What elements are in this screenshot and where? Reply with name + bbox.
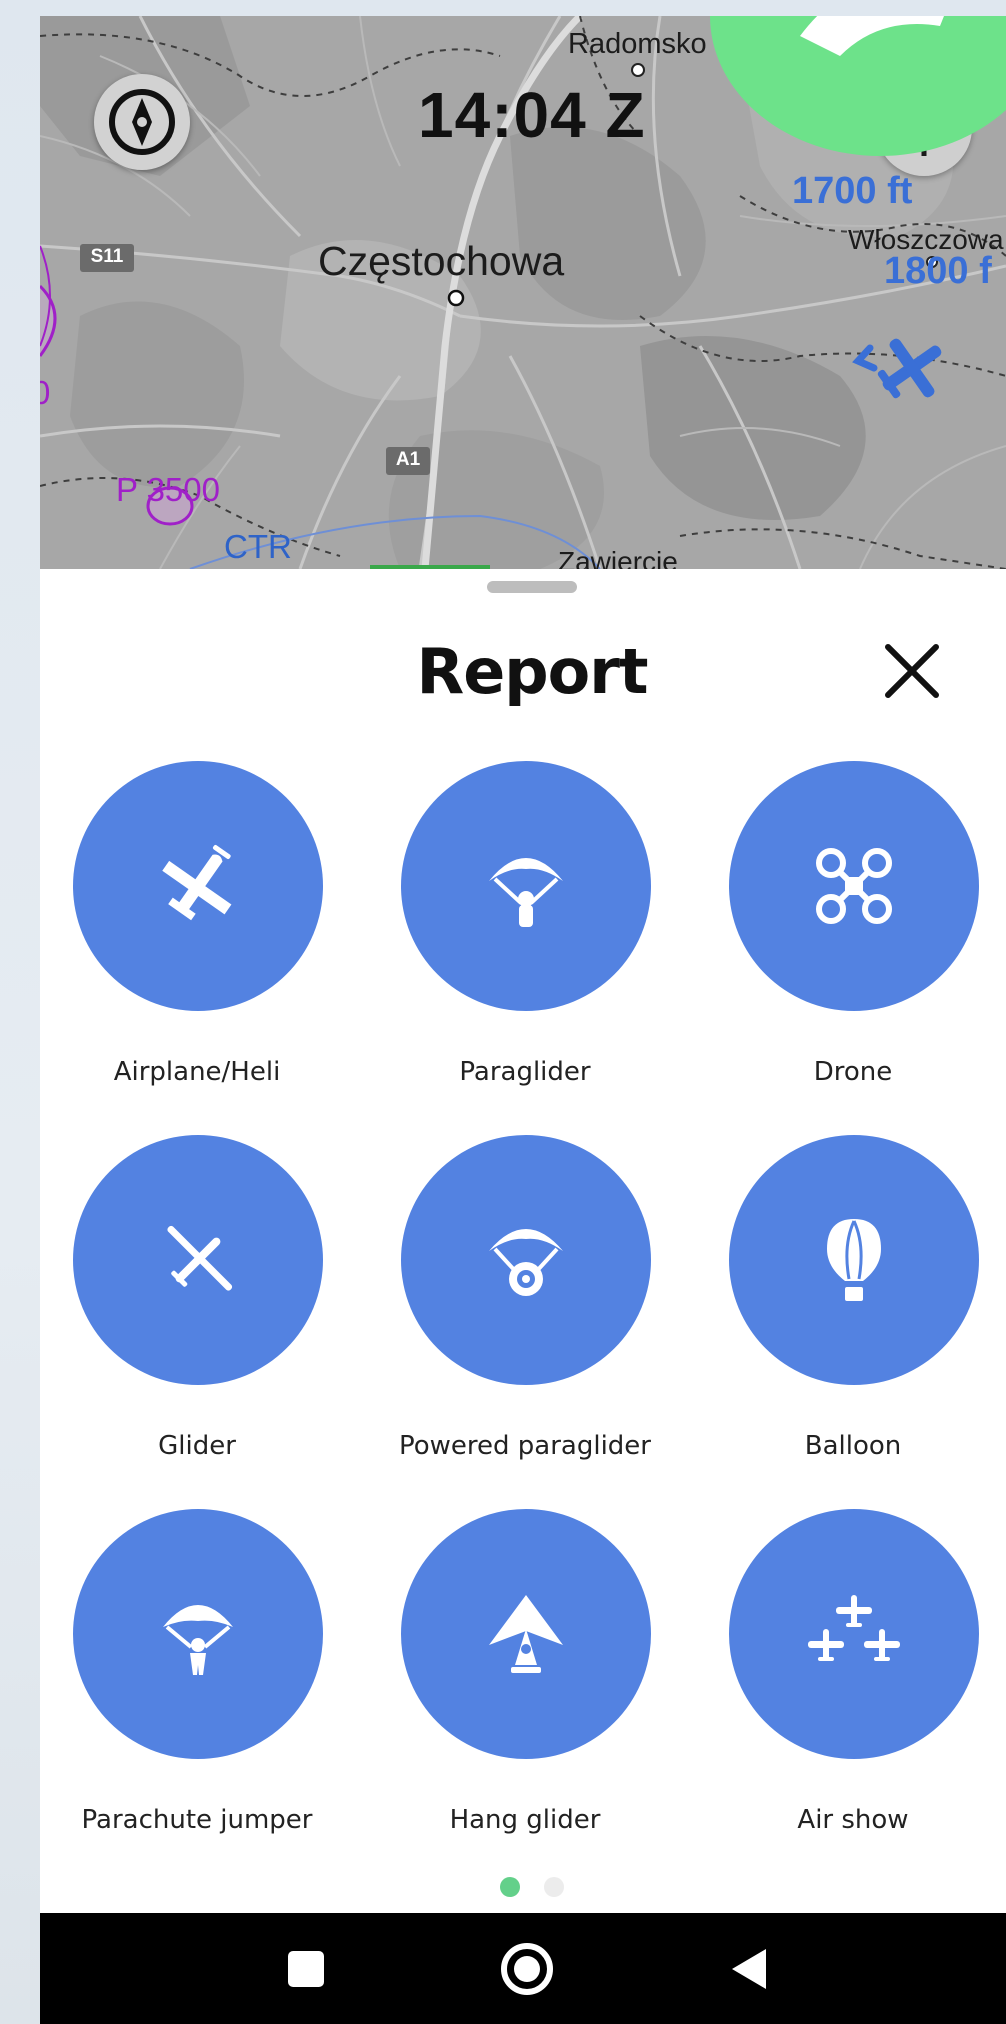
report-sheet: Report Airplane/Heli Paraglider Drone Gl… (40, 569, 1006, 1931)
map-view[interactable]: Radomsko Częstochowa Włoszczowa Zawierci… (40, 16, 1006, 569)
report-option-air-show[interactable]: Air show (703, 1509, 1003, 1849)
sheet-title: Report (416, 635, 649, 708)
drone-icon (816, 848, 892, 924)
option-circle (401, 761, 651, 1011)
glider-icon (167, 1225, 233, 1291)
compass-button[interactable] (94, 74, 190, 170)
option-label: Paraglider (459, 1057, 591, 1087)
parachute-icon (163, 1605, 233, 1675)
report-option-airplane[interactable]: Airplane/Heli (47, 761, 347, 1101)
report-option-drone[interactable]: Drone (703, 761, 1003, 1101)
report-option-balloon[interactable]: Balloon (703, 1135, 1003, 1475)
report-option-hang-glider[interactable]: Hang glider (375, 1509, 675, 1849)
recents-button[interactable] (276, 1939, 336, 1999)
report-option-powered-paraglider[interactable]: Powered paraglider (375, 1135, 675, 1475)
option-label: Drone (813, 1057, 893, 1087)
option-label: Air show (797, 1805, 909, 1835)
recents-icon (288, 1951, 324, 1987)
option-circle (73, 1135, 323, 1385)
air-show-icon (808, 1595, 900, 1661)
traffic-altitude-label: 1800 f (884, 250, 992, 292)
option-label: Powered paraglider (398, 1431, 651, 1461)
paraglider-icon (489, 858, 563, 927)
close-icon (885, 644, 939, 698)
airspace-label-left: 0 (40, 374, 51, 411)
option-circle (401, 1135, 651, 1385)
report-option-paraglider[interactable]: Paraglider (375, 761, 675, 1101)
page-dot[interactable] (543, 1877, 564, 1897)
option-label: Hang glider (449, 1805, 601, 1835)
map-city-zawiercie: Zawiercie (558, 546, 678, 569)
airspace-label-p3500: P 3500 (116, 471, 220, 508)
home-icon (501, 1943, 553, 1995)
option-label: Airplane/Heli (113, 1057, 281, 1087)
report-option-parachute[interactable]: Parachute jumper (47, 1509, 347, 1849)
report-option-glider[interactable]: Glider (47, 1135, 347, 1475)
option-label: Glider (158, 1431, 236, 1461)
option-circle (73, 1509, 323, 1759)
option-label: Parachute jumper (81, 1805, 313, 1835)
option-label: Balloon (804, 1431, 902, 1461)
sheet-drag-handle[interactable] (487, 581, 577, 593)
zulu-clock: 14:04 Z (418, 79, 646, 151)
option-circle (729, 1135, 979, 1385)
road-badge-s11: S11 (90, 246, 124, 267)
balloon-icon (827, 1219, 881, 1301)
option-circle (729, 1509, 979, 1759)
back-button[interactable] (720, 1939, 780, 1999)
page-indicator (40, 1877, 1006, 1901)
home-button[interactable] (497, 1939, 557, 1999)
close-button[interactable] (878, 637, 946, 705)
map-city-czestochowa: Częstochowa (318, 238, 565, 284)
option-circle (73, 761, 323, 1011)
report-fab[interactable] (710, 16, 1006, 170)
airplane-icon (162, 845, 232, 921)
compass-icon (109, 89, 175, 155)
back-icon (732, 1949, 766, 1989)
traffic-altitude-label: 1700 ft (792, 170, 913, 212)
hang-glider-icon (489, 1595, 563, 1673)
page-dot-active[interactable] (500, 1877, 521, 1897)
powered-paraglider-icon (489, 1229, 563, 1296)
map-city-radomsko: Radomsko (568, 28, 707, 60)
option-circle (401, 1509, 651, 1759)
airspace-label-ctr: CTR (224, 528, 292, 565)
road-badge-a1: A1 (395, 449, 421, 470)
option-circle (729, 761, 979, 1011)
app-screen: Radomsko Częstochowa Włoszczowa Zawierci… (40, 16, 1006, 2024)
system-nav-bar (40, 1913, 1006, 2024)
